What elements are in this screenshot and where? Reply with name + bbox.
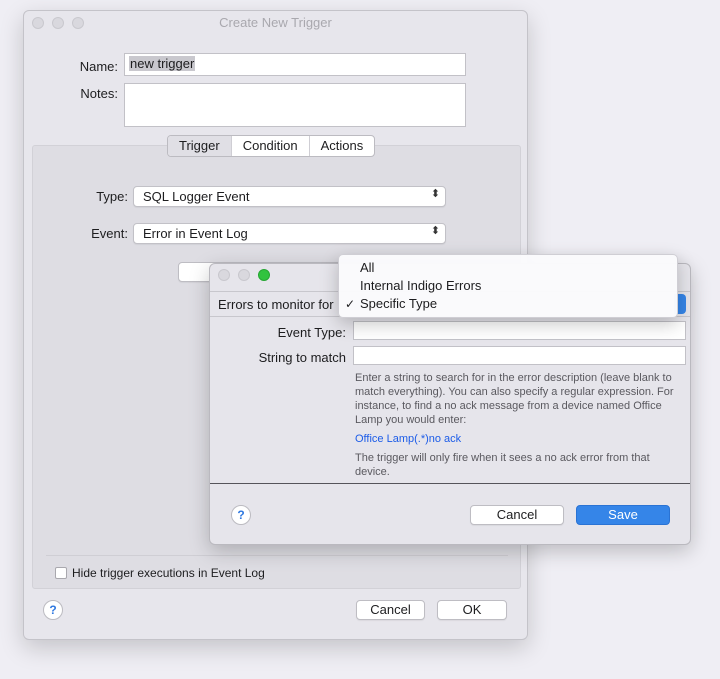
updown-arrows-icon: ⬍ — [430, 188, 440, 200]
regex-example: Office Lamp(.*)no ack — [355, 433, 462, 445]
name-input[interactable]: new trigger — [124, 53, 466, 76]
string-to-match-label: String to match — [258, 350, 346, 365]
event-popup[interactable]: Error in Event Log ⬍ — [133, 223, 446, 244]
save-button[interactable]: Save — [576, 505, 670, 525]
updown-arrows-icon: ⬍ — [430, 225, 440, 237]
event-type-label: Event Type: — [277, 325, 346, 340]
checkmark-icon: ✓ — [345, 297, 356, 311]
type-label: Type: — [96, 189, 128, 204]
type-popup[interactable]: SQL Logger Event ⬍ — [133, 186, 446, 207]
help-button[interactable]: ? — [231, 505, 251, 525]
name-input-value: new trigger — [129, 56, 196, 71]
errors-to-monitor-label: Errors to monitor for — [218, 297, 334, 312]
help-description: Enter a string to search for in the erro… — [355, 372, 674, 426]
errors-dropdown-menu: All Internal Indigo Errors ✓ Specific Ty… — [338, 254, 678, 318]
hide-executions-checkbox[interactable] — [55, 567, 67, 579]
window-title: Create New Trigger — [219, 15, 332, 30]
divider — [46, 555, 508, 556]
cancel-button[interactable]: Cancel — [470, 505, 564, 525]
tab-condition[interactable]: Condition — [230, 136, 309, 156]
minimize-window-button[interactable] — [238, 269, 250, 281]
string-to-match-value — [354, 347, 685, 351]
fire-description: The trigger will only fire when it sees … — [355, 452, 650, 478]
event-popup-value: Error in Event Log — [143, 226, 248, 241]
type-popup-value: SQL Logger Event — [143, 189, 250, 204]
menu-item-specific-type[interactable]: Specific Type — [360, 296, 437, 311]
zoom-window-button[interactable] — [258, 269, 270, 281]
tab-actions[interactable]: Actions — [308, 136, 375, 156]
string-to-match-input[interactable] — [353, 346, 686, 365]
tab-bar: Trigger Condition Actions — [167, 135, 376, 157]
menu-item-internal-indigo-errors[interactable]: Internal Indigo Errors — [360, 278, 481, 293]
name-label: Name: — [79, 59, 118, 74]
notes-textarea[interactable] — [124, 83, 466, 127]
close-window-button[interactable] — [218, 269, 230, 281]
event-type-input[interactable] — [353, 321, 686, 340]
event-label: Event: — [91, 226, 128, 241]
cancel-button[interactable]: Cancel — [356, 600, 425, 620]
event-type-value — [354, 322, 685, 326]
ok-button[interactable]: OK — [437, 600, 507, 620]
tab-trigger[interactable]: Trigger — [168, 136, 231, 156]
help-button[interactable]: ? — [43, 600, 63, 620]
divider — [210, 483, 690, 484]
hide-executions-label: Hide trigger executions in Event Log — [72, 566, 265, 580]
notes-label: Notes: — [80, 86, 118, 101]
menu-item-all[interactable]: All — [360, 260, 374, 275]
